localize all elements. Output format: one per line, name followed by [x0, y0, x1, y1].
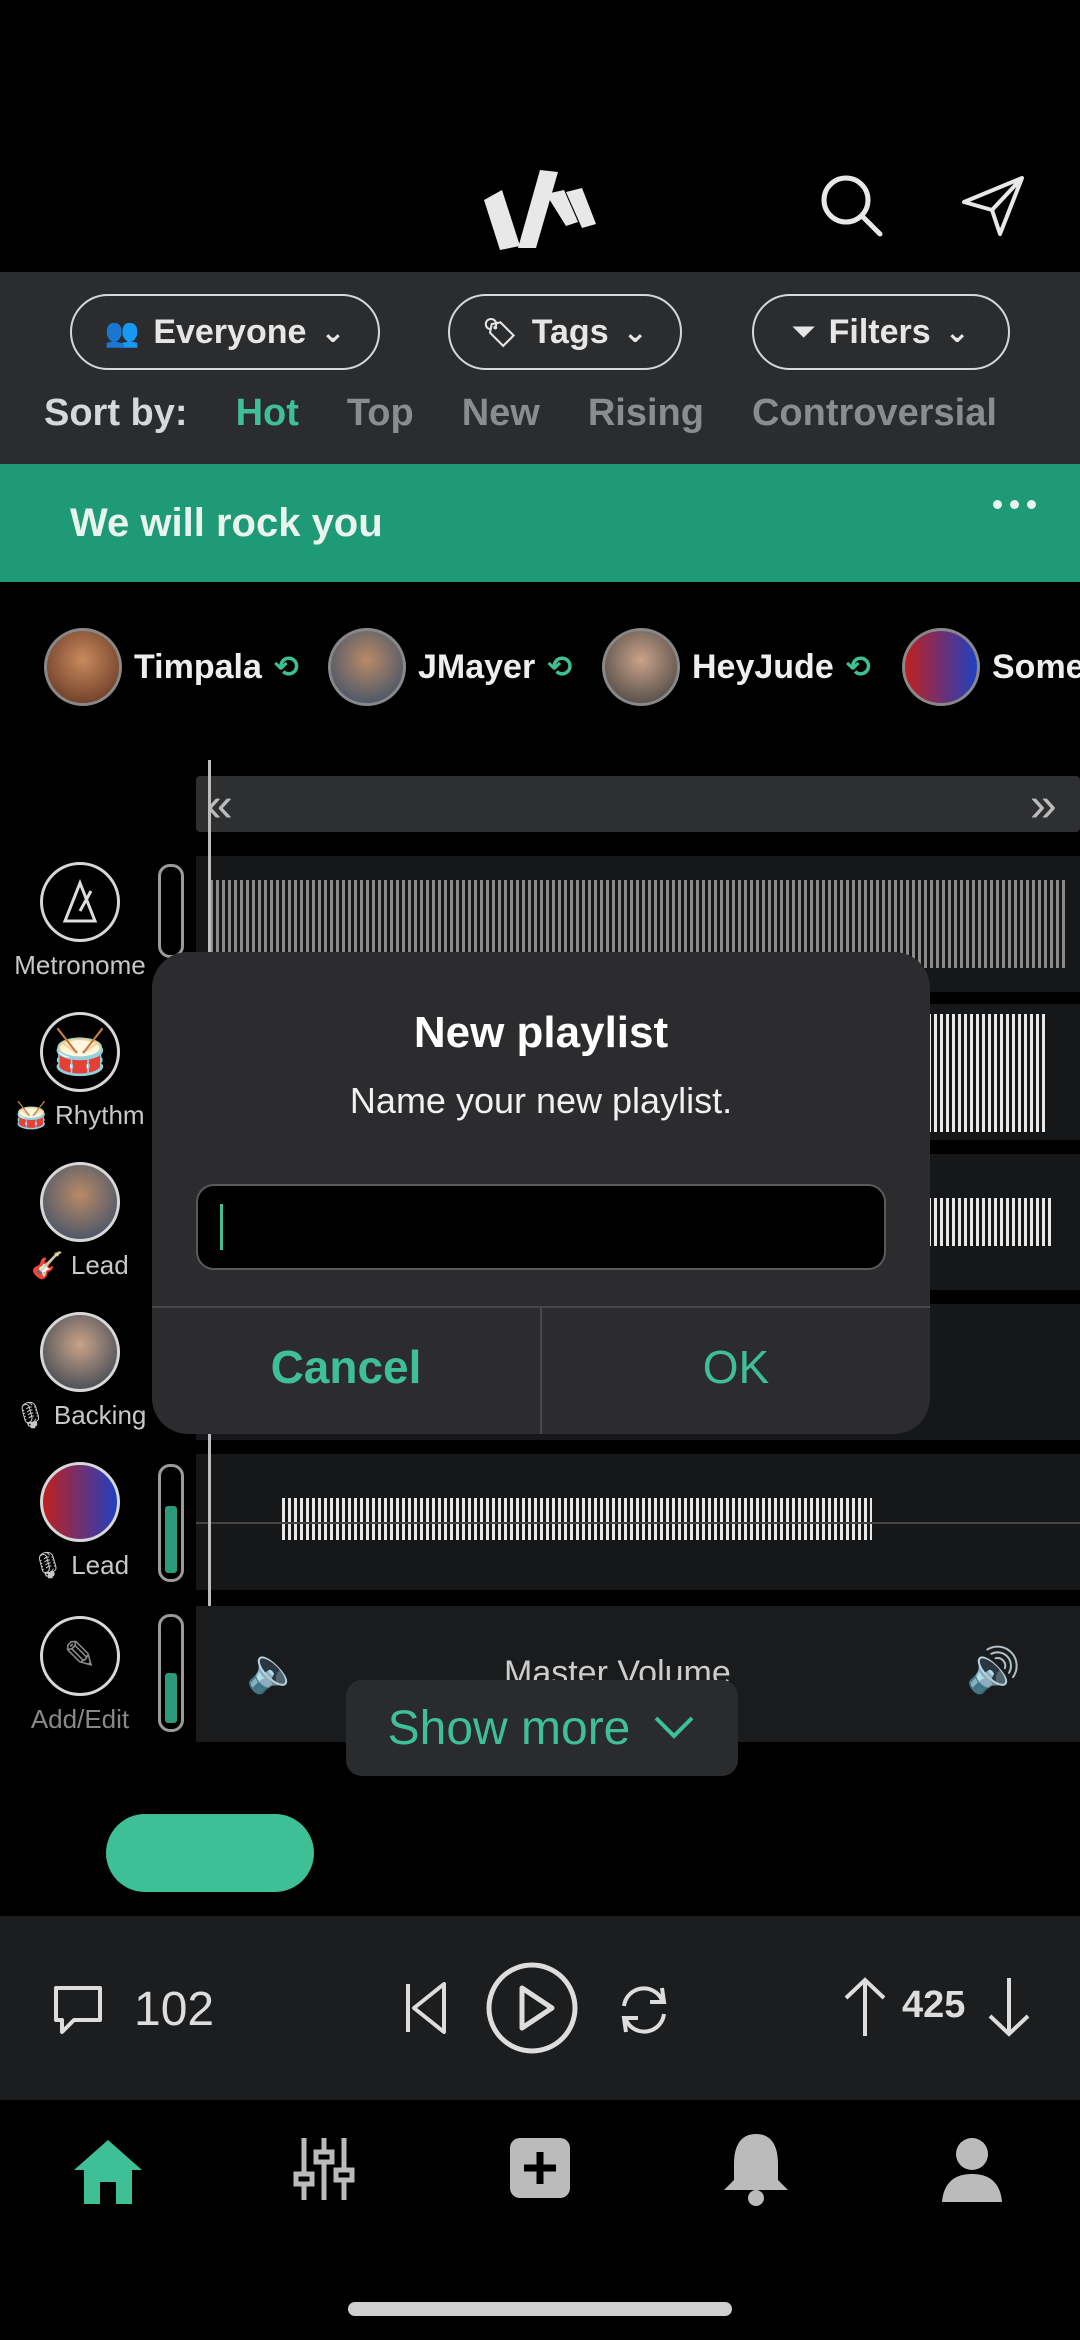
tag-icon: 🏷	[482, 316, 518, 348]
chevron-down-icon: ⌄	[320, 315, 346, 349]
lead-vocal-tool[interactable]: 🎙 Lead	[10, 1462, 150, 1581]
sort-option-rising[interactable]: Rising	[588, 392, 704, 435]
track-label: Lead	[70, 1250, 129, 1280]
tab-bar	[0, 2100, 1080, 2300]
home-indicator	[348, 2302, 732, 2316]
fast-forward-icon[interactable]: »	[1030, 778, 1057, 833]
volume-meter[interactable]	[158, 1614, 184, 1732]
sort-option-new[interactable]: New	[462, 392, 540, 435]
mixer-icon[interactable]	[292, 2134, 356, 2204]
volume-low-icon[interactable]: 🔈	[246, 1644, 301, 1696]
everyone-label: Everyone	[153, 312, 307, 351]
waveform	[928, 1198, 1054, 1246]
volume-meter[interactable]	[158, 864, 184, 958]
avatar	[902, 628, 980, 706]
user-name: Some	[992, 647, 1080, 686]
cancel-button[interactable]: Cancel	[152, 1340, 540, 1394]
filters-label: Filters	[828, 312, 931, 351]
track-label: Metronome	[14, 950, 146, 980]
action-pill-button[interactable]	[106, 1814, 314, 1892]
vote-count: 425	[902, 1984, 966, 2026]
tags-label: Tags	[531, 312, 609, 351]
add-icon[interactable]	[508, 2136, 572, 2200]
more-options-icon[interactable]	[993, 500, 1036, 509]
avatar	[40, 1312, 120, 1392]
chevron-down-icon: ⌄	[622, 315, 648, 349]
ok-button[interactable]: OK	[542, 1340, 930, 1394]
user-name: JMayer	[418, 647, 536, 686]
user-chip[interactable]: JMayer ⟲	[328, 628, 572, 706]
upvote-icon[interactable]	[842, 1974, 888, 2040]
add-edit-tool[interactable]: ✎ Add/Edit	[10, 1616, 150, 1735]
drum-small-icon: 🥁	[15, 1100, 56, 1130]
repost-icon: ⟲	[273, 650, 300, 684]
home-icon[interactable]	[68, 2134, 148, 2208]
drum-icon: 🥁	[40, 1012, 120, 1092]
waveform	[282, 1498, 872, 1540]
post-title: We will rock you	[70, 500, 383, 545]
user-chip[interactable]: Timpala ⟲	[44, 628, 299, 706]
people-icon: 👥	[104, 316, 140, 348]
track-label: Backing	[53, 1400, 147, 1430]
timeline-scrubber[interactable]	[196, 776, 1080, 832]
metronome-tool[interactable]: Metronome	[10, 862, 150, 981]
rhythm-tool[interactable]: 🥁 🥁 Rhythm	[10, 1012, 150, 1131]
avatar	[40, 1462, 120, 1542]
player-bar: 102 425	[0, 1916, 1080, 2100]
sort-label: Sort by:	[44, 392, 188, 434]
lead-guitar-tool[interactable]: 🎸 Lead	[10, 1162, 150, 1281]
sort-option-controversial[interactable]: Controversial	[752, 392, 997, 435]
chevron-down-icon: ⌄	[944, 315, 970, 349]
everyone-filter[interactable]: 👥 Everyone ⌄	[70, 294, 380, 370]
dialog-title: New playlist	[413, 1008, 669, 1057]
track-label: Rhythm	[55, 1100, 145, 1130]
metronome-icon	[40, 862, 120, 942]
funnel-icon: ⏷	[792, 315, 815, 347]
show-more-label: Show more	[387, 1701, 631, 1755]
sort-option-top[interactable]: Top	[347, 392, 414, 435]
downvote-icon[interactable]	[986, 1974, 1032, 2040]
dialog-subtitle: Name your new playlist.	[349, 1080, 733, 1121]
play-icon[interactable]	[484, 1960, 580, 2056]
volume-high-icon[interactable]: 🔊	[966, 1644, 1021, 1696]
track-label: Lead	[71, 1550, 130, 1580]
user-chip[interactable]: Some	[902, 628, 1080, 706]
skip-back-icon[interactable]	[400, 1976, 450, 2040]
track-label: Add/Edit	[30, 1704, 130, 1734]
backing-vocal-tool[interactable]: 🎙 Backing	[10, 1312, 150, 1431]
app-logo	[484, 170, 596, 250]
sort-bar: Sort by: Hot Top New Rising Controversia…	[44, 392, 1045, 435]
avatar	[602, 628, 680, 706]
profile-icon[interactable]	[940, 2134, 1004, 2204]
waveform	[928, 1014, 1048, 1132]
repost-icon: ⟲	[547, 650, 573, 684]
user-name: Timpala	[134, 647, 262, 686]
tags-filter[interactable]: 🏷 Tags ⌄	[448, 294, 682, 370]
send-icon[interactable]	[960, 172, 1028, 240]
search-icon[interactable]	[818, 172, 886, 240]
pencil-icon: ✎	[40, 1616, 120, 1696]
text-caret	[220, 1204, 223, 1250]
repost-icon: ⟲	[845, 650, 871, 684]
show-more-button[interactable]: Show more	[346, 1680, 738, 1776]
bell-icon[interactable]	[720, 2130, 792, 2206]
microphone-icon: 🎙	[30, 1550, 72, 1580]
post-title-banner: We will rock you	[0, 464, 1080, 582]
avatar	[328, 628, 406, 706]
avatar	[40, 1162, 120, 1242]
playlist-name-input[interactable]	[196, 1184, 886, 1270]
filters-filter[interactable]: ⏷ Filters ⌄	[752, 294, 1010, 370]
avatar	[44, 628, 122, 706]
user-name: HeyJude	[692, 647, 834, 686]
comment-count: 102	[134, 1983, 215, 2036]
chevron-down-icon	[654, 1716, 694, 1739]
user-chip[interactable]: HeyJude ⟲	[602, 628, 871, 706]
track-lead-vocal	[196, 1454, 1080, 1590]
sort-option-hot[interactable]: Hot	[236, 392, 299, 435]
loop-icon[interactable]	[612, 1978, 676, 2042]
microphone-icon: 🎙	[13, 1400, 54, 1430]
volume-meter[interactable]	[158, 1464, 184, 1582]
comment-icon[interactable]	[50, 1982, 106, 2036]
guitar-icon: 🎸	[31, 1250, 71, 1280]
